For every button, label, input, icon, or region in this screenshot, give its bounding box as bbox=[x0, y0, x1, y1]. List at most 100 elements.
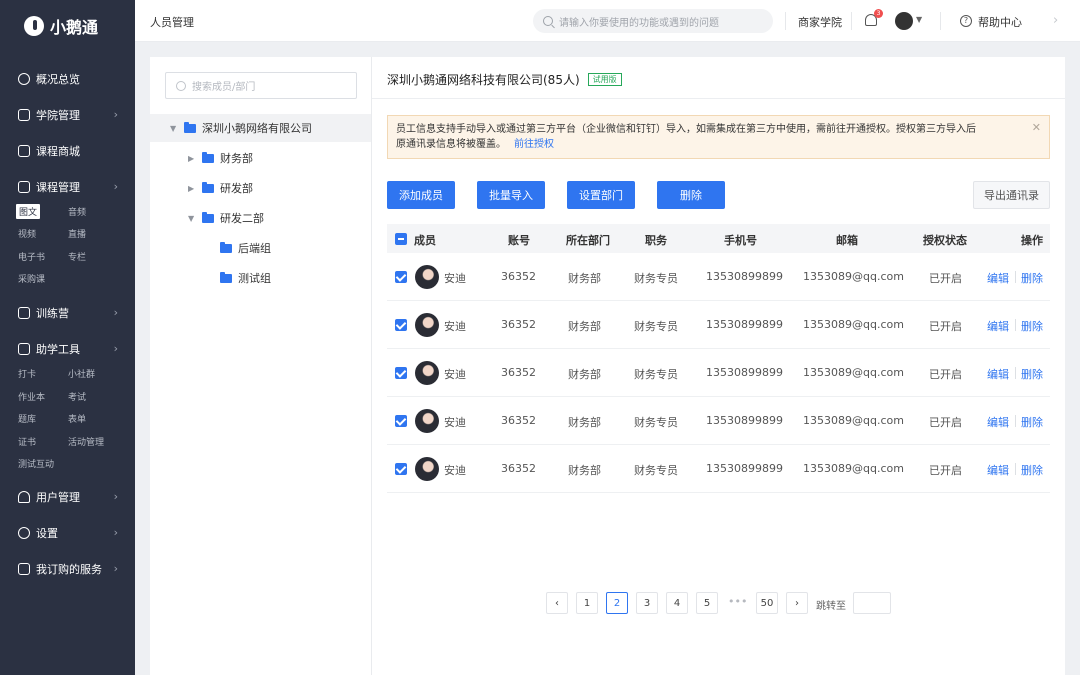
nav-item-settings[interactable]: 设置 › bbox=[18, 524, 128, 542]
nav-item-overview[interactable]: 概况总览 bbox=[18, 70, 128, 88]
page-button[interactable]: 5 bbox=[696, 592, 718, 614]
notification-badge: 3 bbox=[874, 9, 883, 18]
logo[interactable]: 小鹅通 bbox=[24, 14, 98, 38]
nav-item-academy[interactable]: 学院管理 › bbox=[18, 106, 128, 124]
edit-link[interactable]: 编辑 bbox=[987, 270, 1009, 286]
page-button-current[interactable]: 2 bbox=[606, 592, 628, 614]
tree-node-finance[interactable]: ▶ 财务部 bbox=[150, 144, 371, 172]
edit-link[interactable]: 编辑 bbox=[987, 414, 1009, 430]
edit-link[interactable]: 编辑 bbox=[987, 366, 1009, 382]
export-contacts-button[interactable]: 导出通讯录 bbox=[973, 181, 1050, 209]
chevron-right-icon[interactable]: › bbox=[1053, 13, 1058, 28]
nav-item-users[interactable]: 用户管理 › bbox=[18, 488, 128, 506]
page-button[interactable]: 4 bbox=[666, 592, 688, 614]
member-avatar bbox=[415, 313, 439, 337]
search-icon bbox=[176, 80, 186, 91]
sub-item-ebook[interactable]: 电子书 bbox=[18, 250, 45, 263]
chevron-right-icon: › bbox=[113, 490, 118, 503]
delete-link[interactable]: 删除 bbox=[1021, 462, 1043, 478]
table-row: 安迪 36352 财务部 财务专员 13530899899 1353089@qq… bbox=[387, 253, 1050, 301]
page-button[interactable]: 3 bbox=[636, 592, 658, 614]
trial-badge: 试用版 bbox=[587, 73, 622, 86]
edit-link[interactable]: 编辑 bbox=[987, 462, 1009, 478]
sub-item-interaction[interactable]: 测试互动 bbox=[18, 457, 54, 470]
nav-item-tools[interactable]: 助学工具 › bbox=[18, 340, 128, 358]
school-icon bbox=[18, 109, 30, 121]
authorize-link[interactable]: 前往授权 bbox=[514, 139, 554, 150]
delete-link[interactable]: 删除 bbox=[1021, 414, 1043, 430]
divider bbox=[785, 12, 786, 30]
member-list-panel: 深圳小鹅通网络科技有限公司(85人) 试用版 员工信息支持手动导入或通过第三方平… bbox=[372, 57, 1065, 675]
sub-item-audio[interactable]: 音频 bbox=[68, 205, 86, 218]
chevron-right-icon: › bbox=[113, 562, 118, 575]
sub-item-form[interactable]: 表单 bbox=[68, 412, 86, 425]
caret-right-icon[interactable]: ▶ bbox=[188, 154, 198, 163]
document-icon bbox=[18, 181, 30, 193]
sub-item-column[interactable]: 专栏 bbox=[68, 250, 86, 263]
caret-down-icon[interactable]: ▼ bbox=[916, 15, 922, 24]
row-checkbox[interactable] bbox=[395, 463, 407, 475]
add-member-button[interactable]: 添加成员 bbox=[387, 181, 455, 209]
global-search-input[interactable]: 请输入你要使用的功能或遇到的问题 bbox=[533, 9, 773, 33]
nav-item-services[interactable]: 我订购的服务 › bbox=[18, 560, 128, 578]
tree-node-rnd2[interactable]: ▼ 研发二部 bbox=[150, 204, 371, 232]
sub-item-question-bank[interactable]: 题库 bbox=[18, 412, 36, 425]
sub-item-exam[interactable]: 考试 bbox=[68, 390, 86, 403]
sub-item-checkin[interactable]: 打卡 bbox=[18, 367, 36, 380]
auth-status: 已开启 bbox=[929, 464, 962, 477]
edit-link[interactable]: 编辑 bbox=[987, 318, 1009, 334]
sub-item-live[interactable]: 直播 bbox=[68, 227, 86, 240]
caret-down-icon[interactable]: ▼ bbox=[188, 214, 198, 223]
tree-node-backend[interactable]: 后端组 bbox=[150, 234, 371, 262]
sub-item-video[interactable]: 视频 bbox=[18, 227, 36, 240]
page-button[interactable]: 1 bbox=[576, 592, 598, 614]
tree-node-rnd[interactable]: ▶ 研发部 bbox=[150, 174, 371, 202]
delete-button[interactable]: 删除 bbox=[657, 181, 725, 209]
row-checkbox[interactable] bbox=[395, 319, 407, 331]
row-checkbox[interactable] bbox=[395, 367, 407, 379]
help-icon[interactable]: ? bbox=[960, 15, 972, 27]
row-checkbox[interactable] bbox=[395, 415, 407, 427]
folder-icon bbox=[220, 241, 232, 253]
caret-down-icon[interactable]: ▼ bbox=[170, 124, 180, 133]
caret-right-icon[interactable]: ▶ bbox=[188, 184, 198, 193]
page-button-last[interactable]: 50 bbox=[756, 592, 778, 614]
role: 财务专员 bbox=[634, 368, 678, 381]
column-header: 授权状态 bbox=[923, 234, 967, 247]
tree-node-qa[interactable]: 测试组 bbox=[150, 264, 371, 292]
row-checkbox[interactable] bbox=[395, 271, 407, 283]
delete-link[interactable]: 删除 bbox=[1021, 270, 1043, 286]
cart-icon bbox=[18, 563, 30, 575]
jump-page-input[interactable] bbox=[853, 592, 891, 614]
sub-item-activity[interactable]: 活动管理 bbox=[68, 435, 104, 448]
nav-item-mall[interactable]: 课程商城 bbox=[18, 142, 128, 160]
pagination-ellipsis[interactable]: ••• bbox=[728, 595, 747, 608]
role: 财务专员 bbox=[634, 464, 678, 477]
role: 财务专员 bbox=[634, 272, 678, 285]
select-all-checkbox[interactable] bbox=[395, 233, 407, 245]
chevron-right-icon: › bbox=[113, 180, 118, 193]
delete-link[interactable]: 删除 bbox=[1021, 318, 1043, 334]
sub-item-purchase[interactable]: 采购课 bbox=[18, 272, 45, 285]
tree-node-company[interactable]: ▼ 深圳小鹅网络有限公司 bbox=[150, 114, 371, 142]
email: 1353089@qq.com bbox=[803, 366, 904, 379]
nav-item-course[interactable]: 课程管理 › bbox=[18, 178, 128, 196]
sub-item-homework[interactable]: 作业本 bbox=[18, 390, 45, 403]
user-avatar[interactable] bbox=[895, 12, 913, 30]
sub-item-text[interactable]: 图文 bbox=[16, 204, 41, 219]
next-page-button[interactable]: › bbox=[786, 592, 808, 614]
sub-item-certificate[interactable]: 证书 bbox=[18, 435, 36, 448]
account: 36352 bbox=[501, 270, 536, 283]
prev-page-button[interactable]: ‹ bbox=[546, 592, 568, 614]
column-header: 邮箱 bbox=[836, 234, 858, 247]
logo-text: 小鹅通 bbox=[50, 18, 99, 37]
member-search-input[interactable]: 搜索成员/部门 bbox=[165, 72, 357, 99]
help-center-link[interactable]: 帮助中心 bbox=[978, 14, 1022, 30]
delete-link[interactable]: 删除 bbox=[1021, 366, 1043, 382]
sub-item-community[interactable]: 小社群 bbox=[68, 367, 95, 380]
close-icon[interactable]: ✕ bbox=[1032, 120, 1041, 135]
nav-item-bootcamp[interactable]: 训练营 › bbox=[18, 304, 128, 322]
academy-link[interactable]: 商家学院 bbox=[798, 14, 842, 30]
set-department-button[interactable]: 设置部门 bbox=[567, 181, 635, 209]
batch-import-button[interactable]: 批量导入 bbox=[477, 181, 545, 209]
